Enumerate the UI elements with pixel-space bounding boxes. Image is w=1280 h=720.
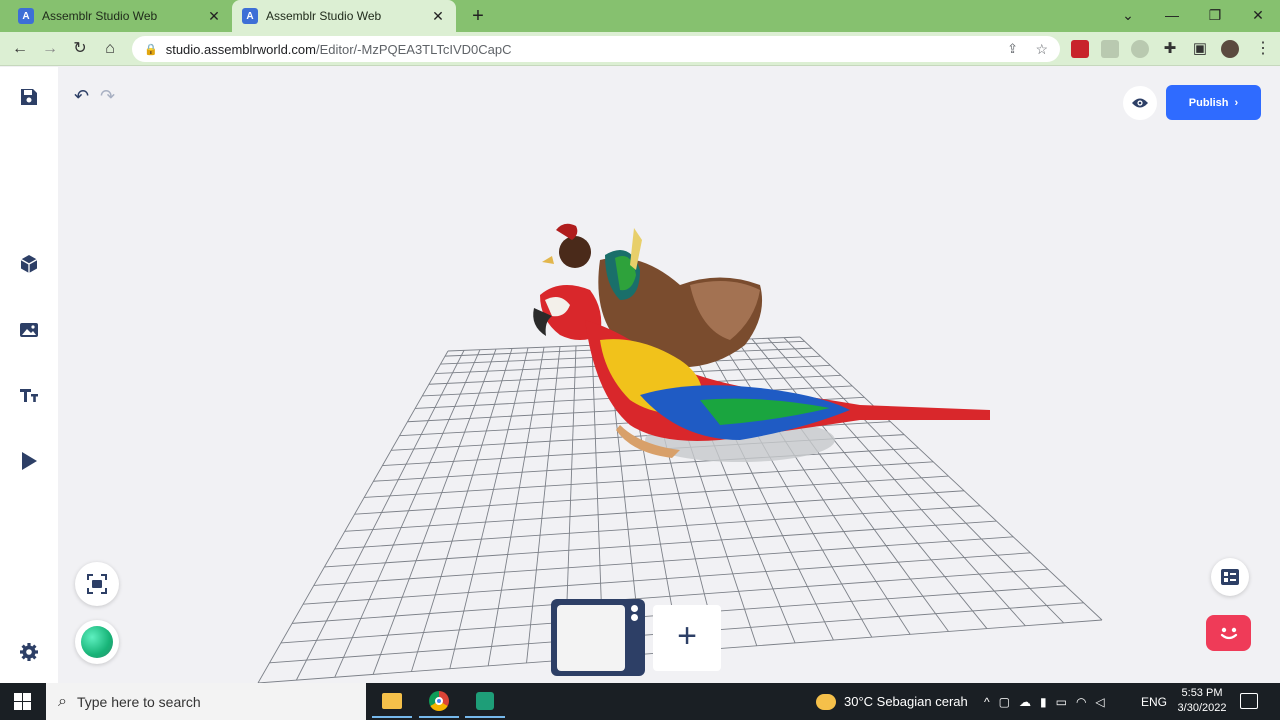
close-icon[interactable]: ✕ [430,8,446,25]
onedrive-icon[interactable]: ☁ [1019,695,1031,709]
browser-tab-bar: A Assemblr Studio Web ✕ A Assemblr Studi… [0,0,1280,32]
windows-taskbar: ⌕ Type here to search 30°C Sebagian cera… [0,683,1280,720]
browser-toolbar: ← → ↻ ⌂ 🔒 studio.assemblrworld.com /Edit… [0,32,1280,66]
url-domain: studio.assemblrworld.com [165,41,316,57]
preview-button[interactable] [1123,86,1157,120]
add-scene-button[interactable]: + [653,605,721,671]
tab-search-chevron-icon[interactable]: ⌄ [1106,0,1150,32]
eye-icon [1132,98,1148,108]
chevron-right-icon: › [1234,96,1239,109]
search-placeholder: Type here to search [76,693,201,710]
profile-avatar[interactable] [1221,40,1239,58]
undo-icon[interactable]: ↶ [74,86,94,106]
cast-extension-icon[interactable] [1101,40,1119,58]
url-path: /Editor/-MzPQEA3TLTcIVD0CapC [315,41,512,57]
tab-title: Assemblr Studio Web [266,9,382,23]
redo-icon[interactable]: ↷ [100,86,120,106]
side-panel-icon[interactable]: ▣ [1188,37,1212,61]
search-icon: ⌕ [58,692,67,710]
minimize-button[interactable]: — [1150,0,1194,32]
app-icon[interactable] [465,685,505,718]
browser-tab[interactable]: A Assemblr Studio Web ✕ [8,0,232,32]
battery-icon[interactable]: ▭ [1056,695,1067,709]
publish-button[interactable]: Publish › [1166,85,1261,120]
scene-preview [557,605,625,671]
restore-button[interactable]: ❐ [1193,0,1237,32]
scene-thumbnail[interactable] [551,599,645,676]
pdf-extension-icon[interactable] [1071,40,1089,58]
scene-models[interactable] [0,67,1280,683]
chat-support-button[interactable] [1206,615,1251,651]
microphone-icon[interactable]: ▮ [1040,695,1047,709]
address-bar[interactable]: 🔒 studio.assemblrworld.com /Editor/-MzPQ… [132,36,1060,62]
list-icon [1221,569,1239,585]
scene-list-button[interactable] [1211,558,1249,596]
dot-icon [631,605,638,612]
meet-icon[interactable]: ▢ [999,695,1010,709]
assemblr-favicon-icon: A [18,8,34,24]
assemblr-editor: ↶ ↷ Publish › + [0,67,1280,683]
color-swatch [81,626,113,658]
language-indicator[interactable]: ENG [1141,683,1167,720]
wifi-icon[interactable]: ◠ [1076,695,1086,709]
notifications-icon[interactable] [1240,693,1258,709]
file-explorer-icon[interactable] [372,685,412,718]
more-menu-icon[interactable]: ⋮ [1251,37,1275,61]
macaw-model[interactable] [533,285,990,458]
windows-start-icon[interactable] [14,693,31,715]
new-tab-button[interactable]: + [466,4,490,28]
window-close-button[interactable]: ✕ [1236,0,1280,32]
clock-time: 5:53 PM [1181,687,1223,699]
frame-capture-icon [87,574,107,594]
dot-icon [631,614,638,621]
volume-icon[interactable]: ◁ [1095,695,1104,709]
screenshot-button[interactable] [75,562,119,606]
chevron-up-icon[interactable]: ^ [984,695,990,709]
extensions-puzzle-icon[interactable]: ✚ [1158,37,1182,61]
home-icon[interactable]: ⌂ [98,37,122,61]
smiley-icon [1220,627,1237,640]
back-arrow-icon[interactable]: ← [8,37,32,61]
weather-widget[interactable]: 30°C Sebagian cerah [816,683,968,720]
forward-arrow-icon[interactable]: → [38,37,62,61]
taskbar-search-box[interactable]: ⌕ Type here to search [46,683,366,720]
reload-icon[interactable]: ↻ [68,37,92,61]
chrome-icon[interactable] [419,685,459,718]
share-icon[interactable]: ⇪ [1007,41,1018,57]
3d-viewport[interactable]: ↶ ↷ [58,67,1280,683]
lock-icon: 🔒 [144,43,158,56]
publish-label: Publish [1188,96,1229,109]
browser-tab-active[interactable]: A Assemblr Studio Web ✕ [232,0,456,32]
microphone-extension-icon[interactable] [1131,40,1149,58]
color-picker-button[interactable] [75,620,119,664]
clock-date: 3/30/2022 [1177,702,1227,714]
system-tray: ^ ▢ ☁ ▮ ▭ ◠ ◁ [984,683,1105,720]
weather-icon [816,693,836,710]
bookmark-star-icon[interactable]: ☆ [1035,41,1048,58]
clock[interactable]: 5:53 PM 3/30/2022 [1170,686,1234,716]
weather-text: 30°C Sebagian cerah [844,694,968,709]
assemblr-favicon-icon: A [242,8,258,24]
tab-title: Assemblr Studio Web [42,9,158,23]
close-icon[interactable]: ✕ [206,8,222,25]
